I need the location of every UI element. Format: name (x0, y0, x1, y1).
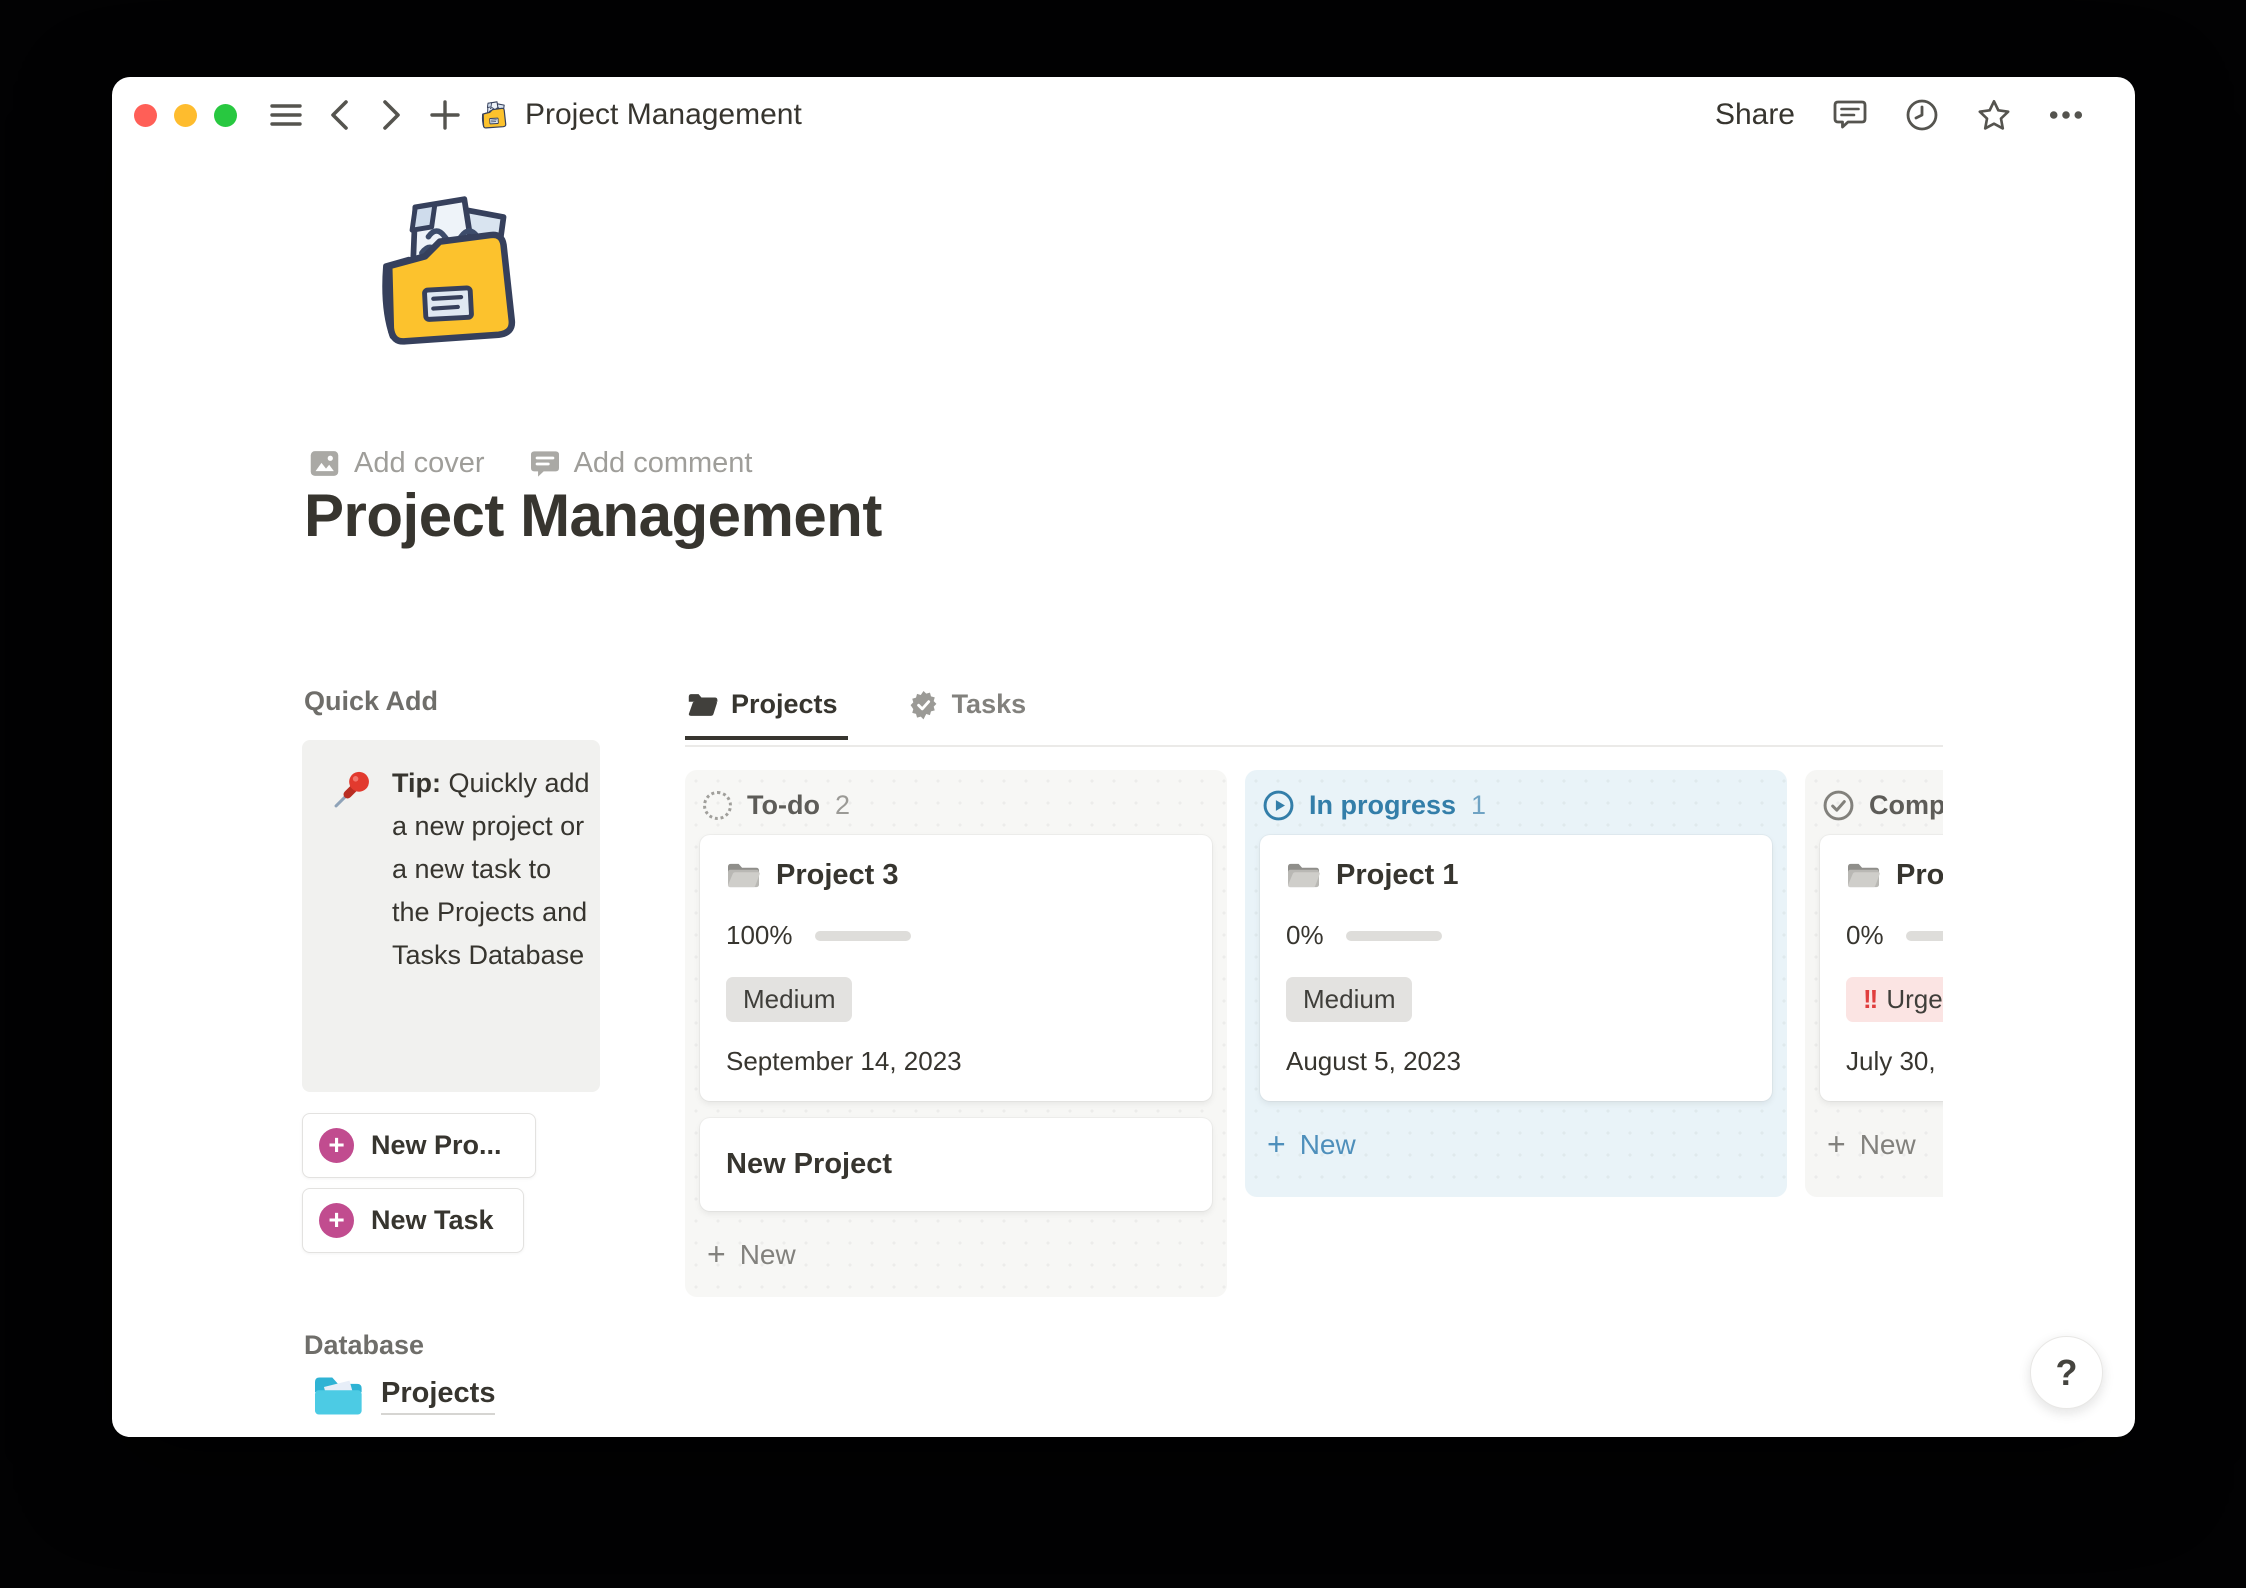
card-project-1[interactable]: Project 1 0% Medium August 5, 2023 (1260, 835, 1772, 1101)
tip-text: Tip: Quickly add a new project or a new … (392, 768, 590, 970)
completed-status-icon (1823, 790, 1854, 821)
comment-icon (530, 450, 559, 477)
database-projects-link[interactable]: Projects (312, 1373, 496, 1419)
due-date: July 30, 2023 (1846, 1046, 1943, 1076)
add-card-button[interactable]: + New (685, 1228, 1227, 1281)
add-card-button[interactable]: + New (1805, 1118, 1943, 1171)
priority-badge: Medium (1286, 977, 1413, 1022)
page-icon[interactable] (350, 172, 546, 370)
add-cover-button[interactable]: Add cover (308, 447, 485, 480)
close-window-button[interactable] (134, 103, 157, 127)
gray-folder-icon (1846, 860, 1881, 891)
progress-row: 0% (1846, 920, 1943, 951)
folder-icon (687, 691, 718, 718)
badge-check-icon (910, 690, 936, 720)
column-completed-header[interactable]: Completed (1805, 770, 1943, 835)
kanban-board: To-do 2 Project 3 100% Medium September … (685, 770, 1943, 1297)
column-in-progress: In progress 1 Project 1 0% Medium August… (1245, 770, 1787, 1197)
teal-folder-icon (312, 1373, 364, 1419)
database-heading: Database (304, 1330, 425, 1360)
column-in-progress-header[interactable]: In progress 1 (1245, 770, 1787, 835)
forward-icon[interactable] (375, 98, 409, 132)
new-project-button[interactable]: + New Pro... (302, 1113, 536, 1178)
progress-row: 100% (726, 920, 1186, 951)
back-icon[interactable] (322, 98, 356, 132)
plus-circle-icon: + (319, 1203, 354, 1238)
progress-bar (1905, 930, 1943, 941)
card-project-2[interactable]: Project 2 0% !!Urgent July 30, 2023 (1820, 835, 1943, 1101)
new-task-button[interactable]: + New Task (302, 1188, 524, 1253)
due-date: September 14, 2023 (726, 1046, 962, 1076)
quick-add-heading: Quick Add (304, 686, 439, 716)
favorite-star-icon[interactable] (1977, 98, 2011, 132)
card-project-3[interactable]: Project 3 100% Medium September 14, 2023 (700, 835, 1212, 1101)
column-todo: To-do 2 Project 3 100% Medium September … (685, 770, 1227, 1297)
sidebar-menu-icon[interactable] (269, 98, 303, 132)
todo-status-icon (703, 791, 732, 820)
main-content: Projects Tasks To-do 2 Project 3 100% Me… (685, 77, 1943, 1437)
plus-icon: + (1827, 1126, 1846, 1162)
plus-icon: + (707, 1236, 726, 1272)
progress-bar (814, 930, 911, 941)
due-date: August 5, 2023 (1286, 1046, 1461, 1076)
minimize-window-button[interactable] (174, 103, 197, 127)
priority-badge-urgent: !!Urgent (1846, 977, 1943, 1022)
more-options-icon[interactable] (2049, 98, 2083, 132)
help-button[interactable]: ? (2030, 1336, 2103, 1409)
tab-projects[interactable]: Projects (685, 689, 848, 740)
gray-folder-icon (726, 860, 761, 891)
double-exclamation-icon: !! (1863, 984, 1878, 1014)
page-folder-icon (476, 97, 512, 133)
plus-icon: + (1267, 1126, 1286, 1162)
image-icon (310, 451, 339, 476)
add-card-button[interactable]: + New (1245, 1118, 1787, 1171)
view-tabs: Projects Tasks (685, 689, 1943, 747)
tip-callout: Tip: Quickly add a new project or a new … (302, 740, 600, 1092)
gray-folder-icon (1286, 860, 1321, 891)
column-completed: Completed Project 2 0% !!Urgent July 30,… (1805, 770, 1943, 1197)
column-todo-header[interactable]: To-do 2 (685, 770, 1227, 835)
pushpin-icon (328, 768, 374, 814)
tab-tasks[interactable]: Tasks (906, 689, 1037, 736)
progress-row: 0% (1286, 920, 1746, 951)
progress-bar (1345, 930, 1442, 941)
new-tab-icon[interactable] (428, 98, 462, 132)
window-controls (134, 103, 237, 127)
zoom-window-button[interactable] (214, 103, 237, 127)
in-progress-status-icon (1263, 790, 1294, 821)
app-window: Project Management Share Add cover Add c… (112, 77, 2135, 1437)
card-new-project[interactable]: New Project (700, 1118, 1212, 1211)
plus-circle-icon: + (319, 1128, 354, 1163)
priority-badge: Medium (726, 977, 853, 1022)
